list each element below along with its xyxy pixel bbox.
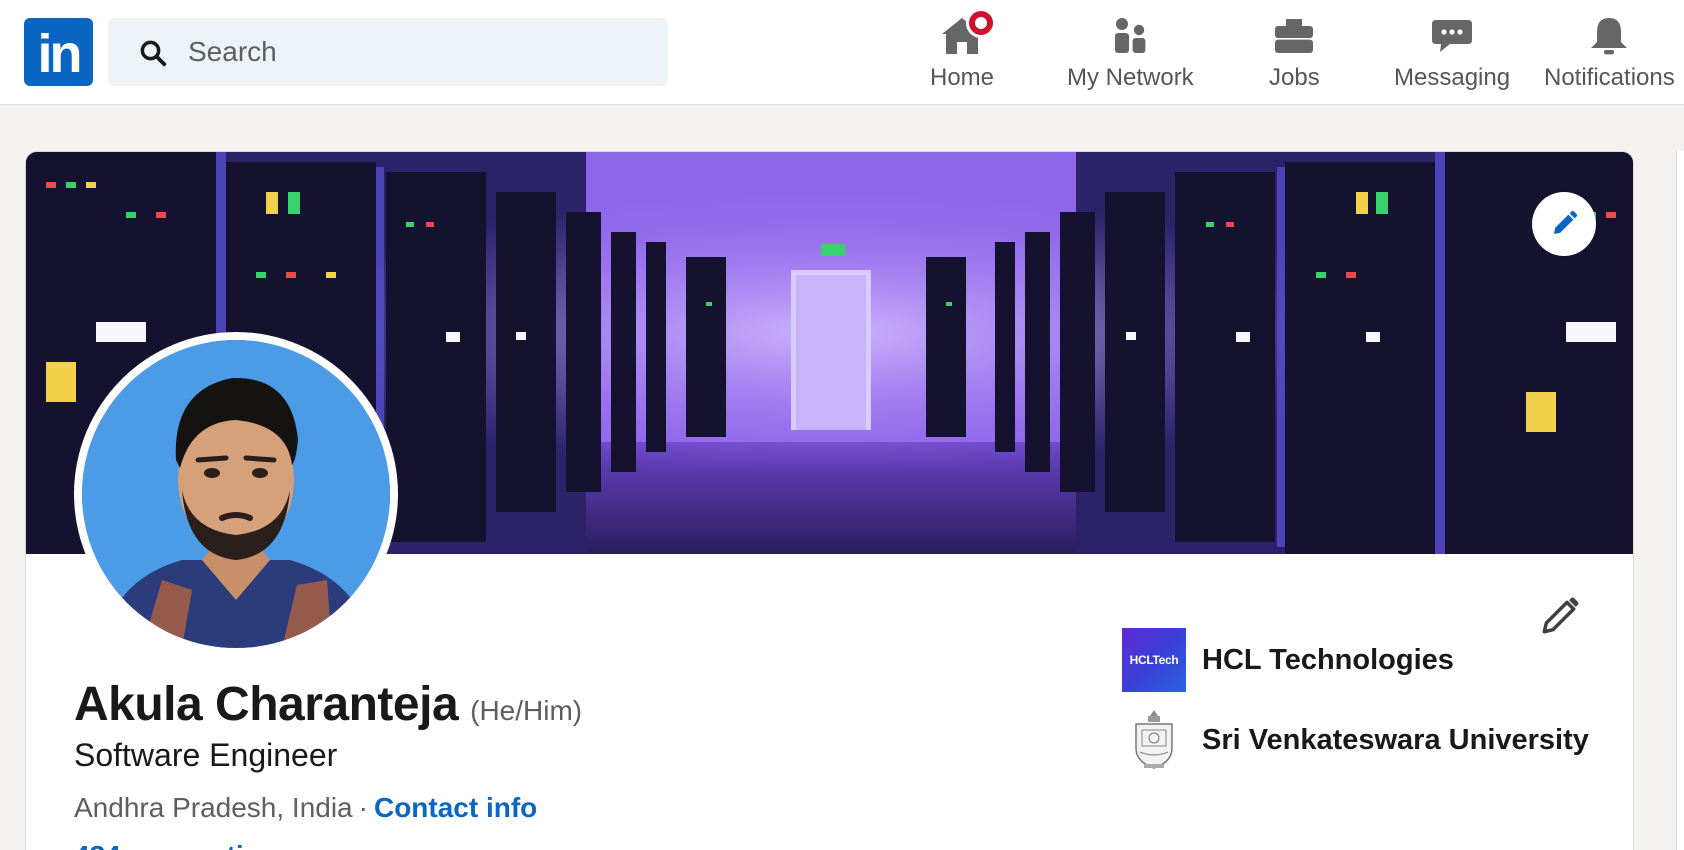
pencil-icon — [1542, 597, 1579, 634]
nav-jobs-label: Jobs — [1269, 64, 1320, 91]
nav-my-network[interactable]: My Network — [1067, 12, 1194, 94]
search-input[interactable] — [188, 18, 648, 86]
side-panel-edge — [1676, 151, 1684, 850]
pencil-icon — [1554, 210, 1578, 234]
separator-dot: · — [358, 792, 368, 823]
bell-icon — [1585, 12, 1633, 60]
profile-name: Akula Charanteja — [74, 678, 459, 731]
hcltech-logo: HCLTech — [1122, 628, 1186, 692]
top-navigation-bar: in Home My Network — [0, 0, 1684, 105]
profile-card: Akula Charanteja (He/Him) Software Engin… — [25, 151, 1634, 850]
search-box[interactable] — [108, 18, 668, 86]
profile-name-row: Akula Charanteja (He/Him) — [74, 677, 582, 732]
contact-info-link[interactable]: Contact info — [374, 792, 537, 823]
messaging-icon — [1428, 12, 1476, 60]
linkedin-logo[interactable]: in — [24, 18, 93, 86]
profile-photo — [82, 340, 390, 648]
nav-jobs[interactable]: Jobs — [1269, 12, 1320, 94]
profile-pronouns: (He/Him) — [470, 695, 583, 726]
profile-location-row: Andhra Pradesh, India · Contact info — [74, 792, 537, 824]
nav-messaging-label: Messaging — [1394, 64, 1511, 91]
notification-badge — [966, 8, 997, 38]
nav-my-network-label: My Network — [1067, 64, 1194, 91]
org-education-name: Sri Venkateswara University — [1202, 723, 1589, 756]
nav-notifications[interactable]: Notifications — [1544, 12, 1675, 94]
my-network-icon — [1106, 12, 1154, 60]
nav-home-label: Home — [930, 64, 995, 91]
connections-link[interactable]: 434 connections — [74, 840, 293, 850]
edit-intro-button[interactable] — [1536, 592, 1584, 640]
org-current-company-name: HCL Technologies — [1202, 643, 1454, 676]
nav-messaging[interactable]: Messaging — [1394, 12, 1510, 94]
profile-headline: Software Engineer — [74, 737, 338, 773]
svu-crest-logo — [1122, 708, 1186, 772]
nav-notifications-label: Notifications — [1544, 64, 1675, 91]
org-education[interactable]: Sri Venkateswara University — [1122, 708, 1589, 772]
briefcase-icon — [1270, 12, 1318, 60]
profile-avatar[interactable] — [74, 332, 398, 656]
edit-cover-button[interactable] — [1532, 192, 1596, 256]
home-icon — [938, 8, 997, 60]
nav-home[interactable]: Home — [930, 8, 997, 94]
search-icon — [140, 40, 167, 67]
profile-location: Andhra Pradesh, India — [74, 792, 353, 823]
org-current-company[interactable]: HCLTech HCL Technologies — [1122, 628, 1454, 692]
